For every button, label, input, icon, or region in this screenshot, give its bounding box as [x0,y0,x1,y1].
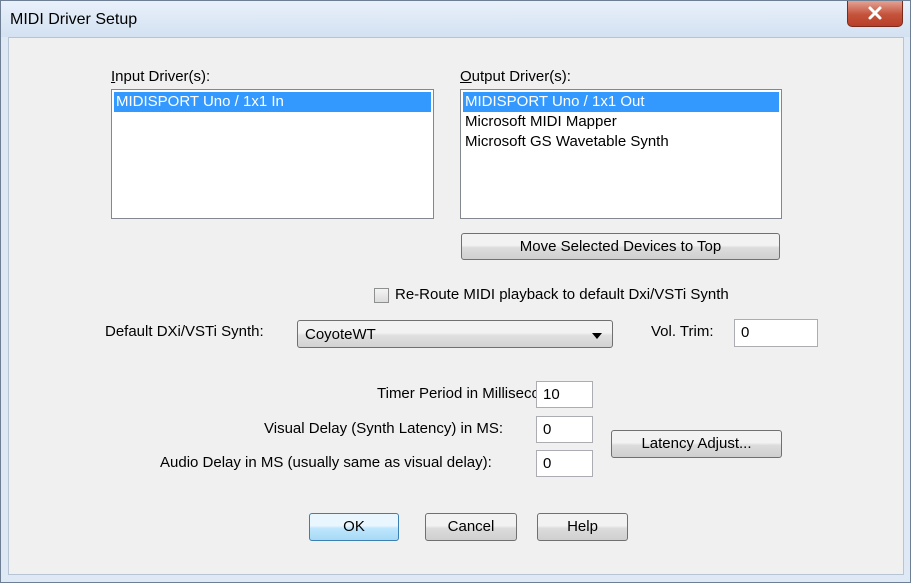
dialog-window: MIDI Driver Setup Input Driver(s): MIDIS… [0,0,911,583]
list-item-output-gs-wavetable[interactable]: Microsoft GS Wavetable Synth [463,132,779,152]
reroute-label: Re-Route MIDI playback to default Dxi/VS… [395,286,729,303]
reroute-checkbox[interactable] [374,288,389,303]
timer-period-input[interactable]: 10 [536,381,593,408]
close-button[interactable] [847,1,903,27]
close-icon [868,6,882,20]
audio-delay-label: Audio Delay in MS (usually same as visua… [160,454,492,471]
dialog-client-area: Input Driver(s): MIDISPORT Uno / 1x1 In … [8,37,904,575]
list-item-output-midisport[interactable]: MIDISPORT Uno / 1x1 Out [463,92,779,112]
visual-delay-label: Visual Delay (Synth Latency) in MS: [264,420,503,437]
input-drivers-label: Input Driver(s): [111,68,211,85]
list-item-input-midisport[interactable]: MIDISPORT Uno / 1x1 In [114,92,431,112]
ok-button[interactable]: OK [309,513,399,541]
title-bar[interactable]: MIDI Driver Setup [1,1,910,37]
input-drivers-list[interactable]: MIDISPORT Uno / 1x1 In [111,89,434,219]
vol-trim-input[interactable]: 0 [734,319,818,347]
help-button[interactable]: Help [537,513,628,541]
move-selected-devices-button[interactable]: Move Selected Devices to Top [461,233,780,260]
cancel-button[interactable]: Cancel [425,513,517,541]
output-drivers-label: Output Driver(s): [460,68,571,85]
vol-trim-label: Vol. Trim: [651,323,714,340]
audio-delay-input[interactable]: 0 [536,450,593,477]
chevron-down-icon [592,333,602,339]
latency-adjust-button[interactable]: Latency Adjust... [611,430,782,458]
output-drivers-list[interactable]: MIDISPORT Uno / 1x1 Out Microsoft MIDI M… [460,89,782,219]
visual-delay-input[interactable]: 0 [536,416,593,443]
default-synth-label: Default DXi/VSTi Synth: [105,323,264,340]
default-synth-dropdown[interactable]: CoyoteWT [297,320,613,348]
default-synth-value: CoyoteWT [305,326,376,343]
window-title: MIDI Driver Setup [10,11,138,28]
list-item-output-midi-mapper[interactable]: Microsoft MIDI Mapper [463,112,779,132]
